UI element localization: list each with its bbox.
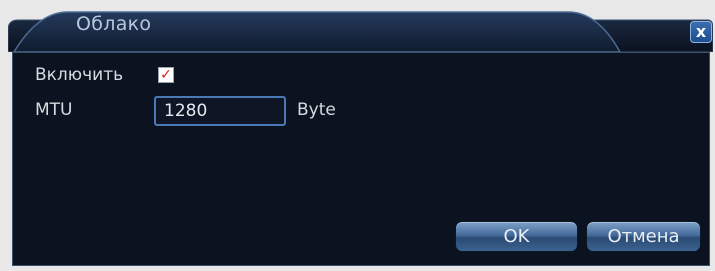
mtu-unit-label: Byte [297, 100, 336, 120]
cloud-dialog: Облако x Включить ✓ MTU 1280 Byte OK Отм… [8, 10, 713, 268]
dialog-body: Включить ✓ MTU 1280 Byte OK Отмена [12, 52, 710, 266]
cancel-button[interactable]: Отмена [586, 221, 701, 252]
dialog-title: Облако [76, 13, 152, 35]
dialog-titlebar: Облако x [8, 10, 713, 52]
close-icon[interactable]: x [690, 21, 712, 43]
mtu-input[interactable]: 1280 [154, 96, 286, 126]
enable-checkbox[interactable]: ✓ [158, 67, 174, 83]
mtu-label: MTU [35, 100, 73, 120]
ok-button[interactable]: OK [455, 221, 578, 252]
enable-label: Включить [35, 65, 124, 85]
check-mark-icon: ✓ [160, 67, 172, 83]
